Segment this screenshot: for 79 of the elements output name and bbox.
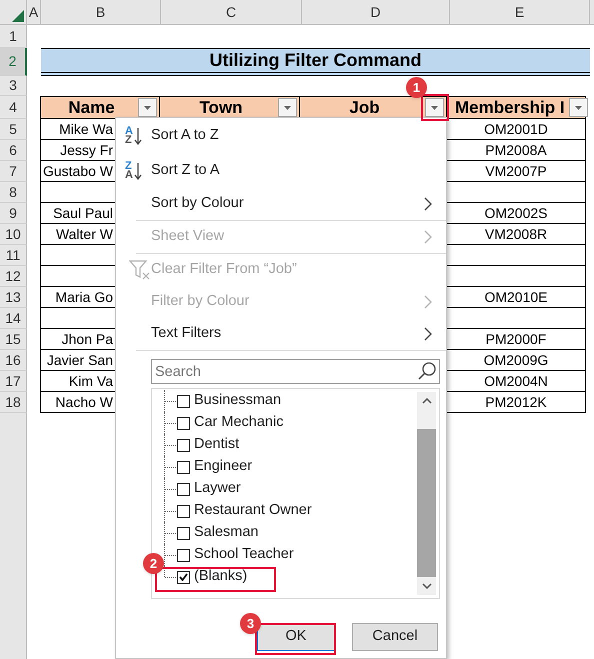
checkbox[interactable]: [177, 416, 190, 430]
option-label: Salesman: [194, 523, 258, 542]
row-header[interactable]: 1: [0, 25, 27, 48]
row-header[interactable]: 4: [0, 96, 27, 119]
chevron-right-icon: [424, 327, 432, 341]
step-badge: 1: [406, 77, 427, 98]
row-header[interactable]: 5: [0, 119, 27, 140]
caret-icon: [284, 106, 291, 110]
checkbox[interactable]: [177, 504, 190, 518]
filter-dropdown-button[interactable]: [568, 98, 588, 117]
option-label: Car Mechanic: [194, 413, 284, 432]
header-label: Name: [67, 96, 116, 119]
checkbox[interactable]: [177, 482, 190, 496]
filter-dropdown-button[interactable]: [138, 98, 157, 117]
checkbox[interactable]: [177, 526, 190, 540]
header-label: Town: [198, 96, 244, 119]
row-header[interactable]: 16: [0, 350, 27, 371]
row-header[interactable]: 3: [0, 76, 27, 96]
cancel-button[interactable]: Cancel: [352, 623, 438, 651]
search-field[interactable]: Search: [151, 359, 440, 384]
chevron-right-icon: [424, 295, 432, 309]
row-header[interactable]: 15: [0, 329, 27, 350]
filter-option[interactable]: Businessman: [177, 390, 282, 412]
checkmark-icon: [179, 573, 188, 581]
ok-button[interactable]: OK: [257, 623, 335, 651]
column-header[interactable]: C: [161, 0, 302, 24]
option-label: Businessman: [194, 391, 282, 410]
checkbox[interactable]: [177, 460, 190, 474]
row-header[interactable]: 17: [0, 371, 27, 392]
row-header[interactable]: 10: [0, 224, 27, 245]
filter-dropdown-button[interactable]: [278, 98, 297, 117]
filter-dropdown-button[interactable]: [425, 98, 444, 117]
row-header[interactable]: 18: [0, 392, 27, 413]
row-header[interactable]: 11: [0, 245, 27, 266]
checkbox[interactable]: [177, 548, 190, 562]
header-label: Job: [348, 96, 381, 119]
scrollbar-thumb[interactable]: [417, 429, 436, 577]
option-label: Engineer: [194, 457, 252, 476]
column-header[interactable]: E: [450, 0, 590, 24]
row-header[interactable]: 9: [0, 203, 27, 224]
row-header[interactable]: 8: [0, 182, 27, 203]
filter-option[interactable]: School Teacher: [177, 544, 294, 566]
header-label: Membership I: [455, 96, 565, 119]
filter-option[interactable]: Laywer: [177, 478, 241, 500]
checkbox[interactable]: [177, 438, 190, 452]
select-all-icon[interactable]: [12, 10, 24, 22]
chevron-right-icon: [424, 230, 432, 244]
filter-option[interactable]: Engineer: [177, 456, 252, 478]
caret-icon: [431, 106, 438, 110]
option-label: Restaurant Owner: [194, 501, 312, 520]
row-header[interactable]: 7: [0, 161, 27, 182]
option-label: Dentist: [194, 435, 240, 454]
filter-option[interactable]: (Blanks): [177, 566, 248, 588]
filter-option[interactable]: Dentist: [177, 434, 240, 456]
filter-option[interactable]: Salesman: [177, 522, 258, 544]
column-header[interactable]: D: [302, 0, 450, 24]
row-header[interactable]: 13: [0, 287, 27, 308]
option-label: (Blanks): [194, 567, 248, 586]
caret-icon: [574, 106, 582, 110]
row-header[interactable]: 12: [0, 266, 27, 287]
option-label: School Teacher: [194, 545, 294, 564]
chevron-right-icon: [424, 197, 432, 211]
filter-option[interactable]: Car Mechanic: [177, 412, 284, 434]
checkbox[interactable]: [177, 394, 190, 408]
filter-option[interactable]: Restaurant Owner: [177, 500, 312, 522]
scrollbar[interactable]: [417, 392, 436, 595]
column-header[interactable]: B: [41, 0, 161, 24]
checkbox[interactable]: [177, 570, 190, 584]
column-header[interactable]: A: [27, 0, 41, 24]
search-icon: [417, 361, 437, 381]
option-label: Laywer: [194, 479, 241, 498]
title-cell: Utilizing Filter Command: [41, 48, 590, 76]
clear-filter-icon: [129, 260, 151, 280]
row-header[interactable]: 2: [0, 48, 27, 76]
row-header[interactable]: 14: [0, 308, 27, 329]
scroll-up-icon[interactable]: [422, 398, 432, 404]
caret-icon: [144, 106, 151, 110]
row-header[interactable]: 6: [0, 140, 27, 161]
scroll-down-icon[interactable]: [422, 583, 432, 589]
